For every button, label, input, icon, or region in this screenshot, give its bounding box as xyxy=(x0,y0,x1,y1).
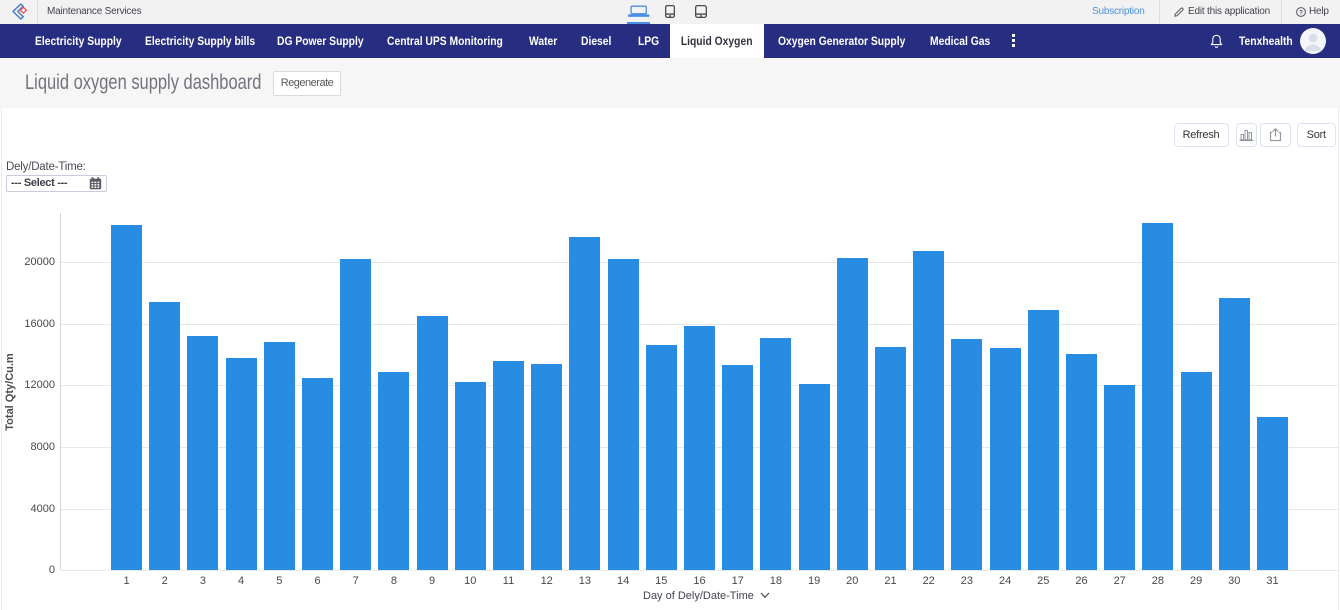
svg-text:?: ? xyxy=(1299,9,1303,16)
